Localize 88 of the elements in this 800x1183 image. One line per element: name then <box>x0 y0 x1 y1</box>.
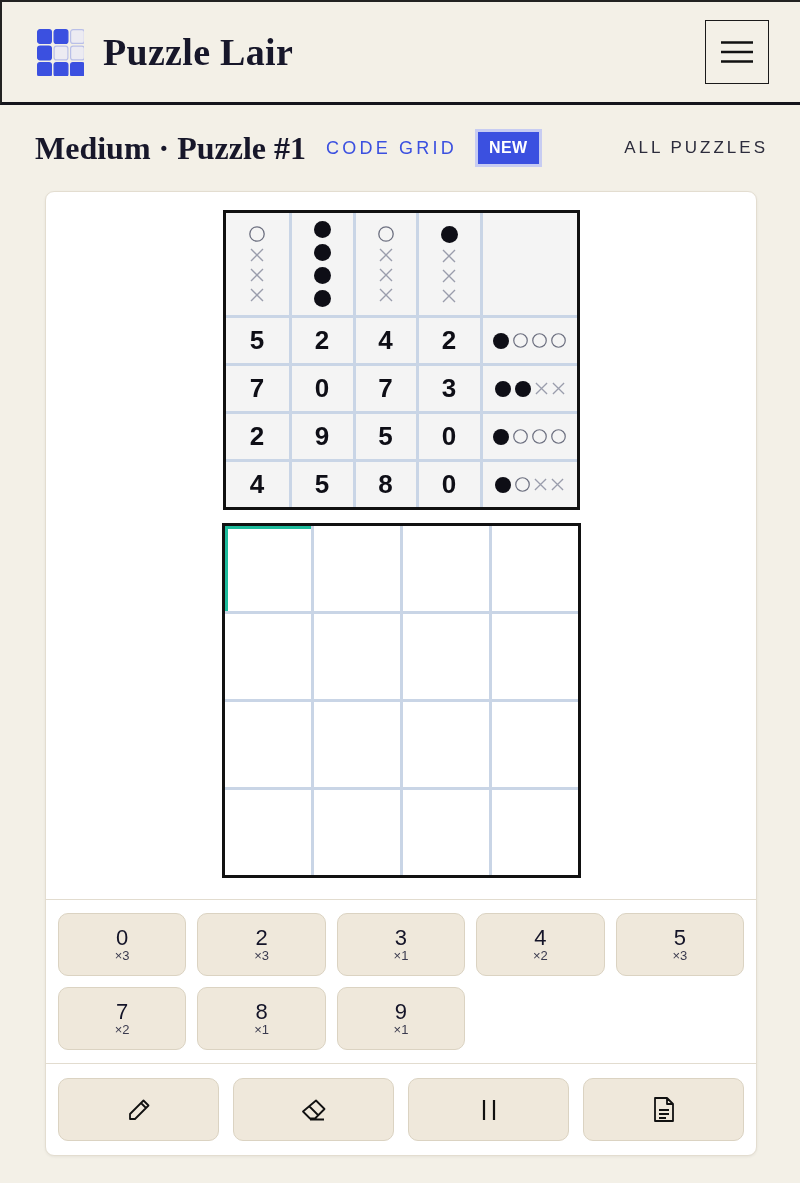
pencil-icon <box>126 1097 151 1122</box>
answer-cell[interactable] <box>491 790 578 875</box>
hollow-dot-icon <box>377 226 394 242</box>
digit-cell: 8 <box>355 462 416 507</box>
digit-cell: 2 <box>225 414 289 459</box>
digit-button[interactable]: 2 ×3 <box>197 913 326 976</box>
menu-button[interactable] <box>705 20 769 84</box>
digit-cell: 7 <box>355 366 416 411</box>
hollow-dot-icon <box>551 333 566 348</box>
cross-icon <box>551 382 565 395</box>
digit-button[interactable]: 9 ×1 <box>336 987 466 1050</box>
filled-dot-icon <box>313 290 331 307</box>
logo-icon <box>37 28 84 76</box>
answer-cell[interactable] <box>224 614 311 699</box>
digit-button[interactable]: 4 ×2 <box>476 913 605 976</box>
answer-cell[interactable] <box>491 614 578 699</box>
hollow-dot-icon <box>513 429 528 444</box>
new-badge: NEW <box>474 129 542 167</box>
digit-button[interactable]: 8 ×1 <box>197 987 326 1050</box>
cross-icon <box>378 268 393 282</box>
digit-cell: 5 <box>355 414 416 459</box>
answer-cell[interactable] <box>313 614 400 699</box>
answer-cell[interactable] <box>402 702 489 787</box>
cross-icon <box>442 288 456 303</box>
hollow-dot-icon <box>249 226 265 242</box>
filled-dot-icon <box>514 380 531 397</box>
cross-icon <box>250 268 264 282</box>
digit-cell: 0 <box>291 366 353 411</box>
digit-button[interactable]: 0 ×3 <box>58 913 187 976</box>
notes-button[interactable] <box>583 1078 744 1141</box>
digit-button[interactable]: 5 ×3 <box>615 913 744 976</box>
puzzle-heading: Medium · Puzzle #1 <box>35 129 307 167</box>
digit-cell: 7 <box>225 366 289 411</box>
filled-dot-icon <box>494 380 511 397</box>
hollow-dot-icon <box>513 333 528 348</box>
digit-cell: 3 <box>418 366 480 411</box>
digit-cell: 4 <box>225 462 289 507</box>
answer-cell[interactable] <box>224 702 311 787</box>
filled-dot-icon <box>313 267 331 284</box>
site-title: Puzzle Lair <box>103 30 294 74</box>
answer-cell[interactable] <box>402 614 489 699</box>
menu-icon <box>721 41 753 63</box>
filled-dot-icon <box>313 244 331 261</box>
digit-cell: 9 <box>291 414 353 459</box>
puzzle-type-label: CODE GRID <box>326 137 457 159</box>
hollow-dot-icon <box>532 333 547 348</box>
hollow-dot-icon <box>515 477 530 492</box>
digit-cell: 2 <box>291 318 353 363</box>
cross-icon <box>250 248 264 262</box>
eraser-icon <box>300 1098 327 1121</box>
digit-cell: 5 <box>225 318 289 363</box>
digit-button[interactable]: 7 ×2 <box>58 987 187 1050</box>
cross-icon <box>378 288 393 302</box>
cross-icon <box>534 478 547 491</box>
filled-dot-icon <box>495 476 511 493</box>
digit-cell: 0 <box>418 462 480 507</box>
filled-dot-icon <box>493 332 509 349</box>
answer-cell[interactable] <box>224 526 311 611</box>
all-puzzles-link[interactable]: ALL PUZZLES <box>624 138 768 158</box>
eraser-button[interactable] <box>233 1078 394 1141</box>
document-icon <box>653 1097 674 1122</box>
digit-cell: 4 <box>355 318 416 363</box>
answer-cell[interactable] <box>402 526 489 611</box>
digit-button[interactable]: 3 ×1 <box>336 913 466 976</box>
digit-cell: 2 <box>418 318 480 363</box>
pause-button[interactable] <box>408 1078 569 1141</box>
answer-cell[interactable] <box>313 790 400 875</box>
filled-dot-icon <box>440 225 458 243</box>
pause-icon <box>481 1098 496 1121</box>
cross-icon <box>442 268 456 283</box>
cross-icon <box>534 382 548 395</box>
digit-cell: 5 <box>291 462 353 507</box>
cross-icon <box>442 248 456 263</box>
cross-icon <box>378 248 393 262</box>
hollow-dot-icon <box>532 429 547 444</box>
answer-cell[interactable] <box>313 702 400 787</box>
pencil-button[interactable] <box>58 1078 219 1141</box>
hollow-dot-icon <box>551 429 566 444</box>
answer-cell[interactable] <box>402 790 489 875</box>
digit-cell: 0 <box>418 414 480 459</box>
filled-dot-icon <box>493 428 509 445</box>
cross-icon <box>250 288 264 302</box>
answer-cell[interactable] <box>313 526 400 611</box>
filled-dot-icon <box>313 221 331 238</box>
answer-cell[interactable] <box>491 526 578 611</box>
answer-cell[interactable] <box>224 790 311 875</box>
cross-icon <box>551 478 564 491</box>
answer-cell[interactable] <box>491 702 578 787</box>
